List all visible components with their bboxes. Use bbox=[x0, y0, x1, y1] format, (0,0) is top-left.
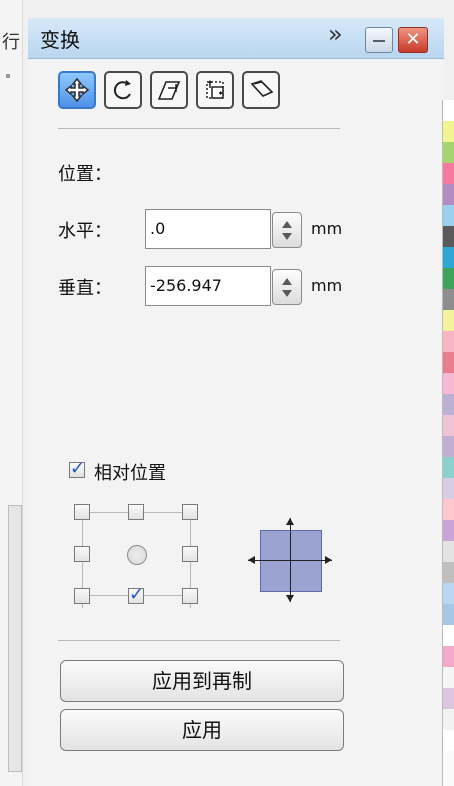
spinner-down-icon bbox=[282, 233, 292, 240]
anchor-center[interactable] bbox=[127, 545, 147, 565]
horizontal-arrow-line bbox=[248, 560, 332, 561]
color-palette bbox=[442, 100, 454, 786]
vertical-unit: mm bbox=[311, 276, 343, 295]
size-icon bbox=[206, 80, 224, 99]
skew-icon bbox=[250, 80, 274, 97]
vertical-input[interactable]: -256.947 bbox=[145, 266, 271, 306]
close-button[interactable]: ✕ bbox=[398, 27, 428, 53]
separator bbox=[58, 640, 340, 641]
palette-swatch[interactable] bbox=[443, 331, 454, 352]
palette-swatch[interactable] bbox=[443, 268, 454, 289]
horizontal-unit: mm bbox=[311, 219, 343, 238]
vertical-spinner[interactable] bbox=[272, 269, 302, 305]
transform-docker: 变换 » ✕ 位置： 水平： .0 mm 垂直： -256.947 mm ✓ 相… bbox=[28, 18, 444, 786]
palette-swatch[interactable] bbox=[443, 352, 454, 373]
vertical-value: -256.947 bbox=[150, 276, 222, 295]
palette-swatch[interactable] bbox=[443, 457, 454, 478]
rotate-icon bbox=[113, 80, 131, 100]
position-button[interactable] bbox=[58, 71, 96, 109]
palette-swatch[interactable] bbox=[443, 247, 454, 268]
anchor-preview bbox=[248, 518, 332, 602]
palette-swatch[interactable] bbox=[443, 541, 454, 562]
palette-swatch[interactable] bbox=[443, 121, 454, 142]
palette-swatch[interactable] bbox=[443, 583, 454, 604]
palette-swatch[interactable] bbox=[443, 625, 454, 646]
anchor-top-center[interactable] bbox=[128, 504, 144, 520]
palette-swatch[interactable] bbox=[443, 226, 454, 247]
scale-mirror-button[interactable] bbox=[150, 71, 188, 109]
arrow-up-icon bbox=[286, 518, 294, 525]
vertical-label: 垂直： bbox=[58, 278, 112, 299]
anchor-bottom-right[interactable] bbox=[182, 588, 198, 604]
horizontal-spinner[interactable] bbox=[272, 212, 302, 248]
palette-swatch[interactable] bbox=[443, 163, 454, 184]
palette-swatch[interactable] bbox=[443, 478, 454, 499]
minimize-button[interactable] bbox=[365, 27, 393, 53]
left-strip: 行 bbox=[0, 0, 23, 786]
palette-swatch[interactable] bbox=[443, 562, 454, 583]
arrow-down-icon bbox=[286, 595, 294, 602]
anchor-top-right[interactable] bbox=[182, 504, 198, 520]
anchor-bottom-left[interactable] bbox=[74, 588, 90, 604]
palette-swatch[interactable] bbox=[443, 415, 454, 436]
relative-position-label: 相对位置 bbox=[94, 463, 166, 484]
palette-swatch[interactable] bbox=[443, 667, 454, 688]
skew-button[interactable] bbox=[242, 71, 280, 109]
anchor-preview-box bbox=[260, 530, 322, 592]
scale-mirror-icon bbox=[157, 81, 181, 100]
anchor-middle-right[interactable] bbox=[182, 546, 198, 562]
expand-icon[interactable]: » bbox=[328, 20, 343, 48]
left-label-fragment: 行 bbox=[2, 32, 20, 53]
palette-swatch[interactable] bbox=[443, 604, 454, 625]
palette-swatch[interactable] bbox=[443, 142, 454, 163]
arrow-left-icon bbox=[248, 556, 255, 564]
arrow-right-icon bbox=[325, 556, 332, 564]
relative-position-checkbox[interactable] bbox=[69, 458, 85, 479]
palette-swatch[interactable] bbox=[443, 499, 454, 520]
separator bbox=[58, 128, 340, 129]
size-button[interactable] bbox=[196, 71, 234, 109]
palette-swatch[interactable] bbox=[443, 310, 454, 331]
position-section-title: 位置： bbox=[58, 164, 112, 185]
spinner-up-icon bbox=[282, 221, 292, 228]
palette-swatch[interactable] bbox=[443, 184, 454, 205]
horizontal-label: 水平： bbox=[58, 221, 112, 242]
palette-swatch[interactable] bbox=[443, 688, 454, 709]
palette-swatch[interactable] bbox=[443, 646, 454, 667]
left-dot bbox=[6, 74, 10, 78]
anchor-grid bbox=[74, 504, 198, 608]
panel-content: 位置： 水平： .0 mm 垂直： -256.947 mm 相对位置 bbox=[28, 58, 444, 786]
anchor-top-left[interactable] bbox=[74, 504, 90, 520]
horizontal-value: .0 bbox=[150, 219, 166, 238]
position-icon bbox=[64, 77, 90, 103]
rotate-button[interactable] bbox=[104, 71, 142, 109]
spinner-up-icon bbox=[282, 278, 292, 285]
palette-swatch[interactable] bbox=[443, 436, 454, 457]
palette-swatch[interactable] bbox=[443, 100, 454, 121]
anchor-middle-left[interactable] bbox=[74, 546, 90, 562]
palette-swatch[interactable] bbox=[443, 709, 454, 730]
anchor-bottom-center[interactable] bbox=[128, 584, 144, 605]
titlebar: 变换 » ✕ bbox=[28, 18, 444, 59]
horizontal-input[interactable]: .0 bbox=[145, 209, 271, 249]
palette-swatch[interactable] bbox=[443, 520, 454, 541]
palette-swatch[interactable] bbox=[443, 730, 454, 751]
palette-swatch[interactable] bbox=[443, 205, 454, 226]
palette-swatch[interactable] bbox=[443, 394, 454, 415]
apply-button[interactable]: 应用 bbox=[60, 709, 344, 751]
panel-title: 变换 bbox=[40, 28, 80, 52]
spinner-down-icon bbox=[282, 290, 292, 297]
palette-swatch[interactable] bbox=[443, 289, 454, 310]
apply-to-copy-button[interactable]: 应用到再制 bbox=[60, 660, 344, 702]
palette-swatch[interactable] bbox=[443, 373, 454, 394]
left-scrollbar[interactable] bbox=[8, 505, 22, 772]
